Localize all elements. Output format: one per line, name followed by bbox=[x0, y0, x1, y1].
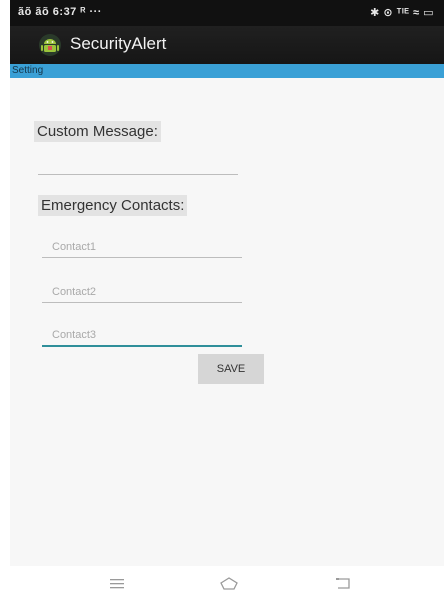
save-button[interactable]: SAVE bbox=[198, 354, 264, 384]
action-bar: SecurityAlert bbox=[10, 26, 444, 64]
menu-icon[interactable] bbox=[106, 574, 128, 592]
contact2-field[interactable] bbox=[42, 281, 242, 303]
navigation-bar bbox=[10, 566, 444, 601]
phone-screen: ãõ ãõ 6:37 ᴿ ··· ✱ ⊙ ᵀᴵᴱ ≈ ▭ SecurityAle… bbox=[10, 0, 444, 601]
status-left: ãõ ãõ 6:37 ᴿ ··· bbox=[18, 6, 102, 18]
contact3-field[interactable] bbox=[42, 325, 242, 347]
custom-message-label: Custom Message: bbox=[34, 121, 161, 142]
settings-form: Custom Message: Emergency Contacts: SAVE bbox=[10, 78, 444, 566]
home-icon[interactable] bbox=[218, 574, 240, 592]
status-bar: ãõ ãõ 6:37 ᴿ ··· ✱ ⊙ ᵀᴵᴱ ≈ ▭ bbox=[10, 0, 444, 26]
emergency-contacts-label: Emergency Contacts: bbox=[38, 195, 188, 216]
back-icon[interactable] bbox=[332, 574, 354, 592]
setting-label: Setting bbox=[10, 64, 444, 78]
status-right: ✱ ⊙ ᵀᴵᴱ ≈ ▭ bbox=[370, 7, 434, 19]
custom-message-field[interactable] bbox=[38, 174, 238, 175]
contact1-field[interactable] bbox=[42, 236, 242, 258]
android-icon bbox=[39, 34, 61, 56]
app-title: SecurityAlert bbox=[70, 34, 167, 53]
